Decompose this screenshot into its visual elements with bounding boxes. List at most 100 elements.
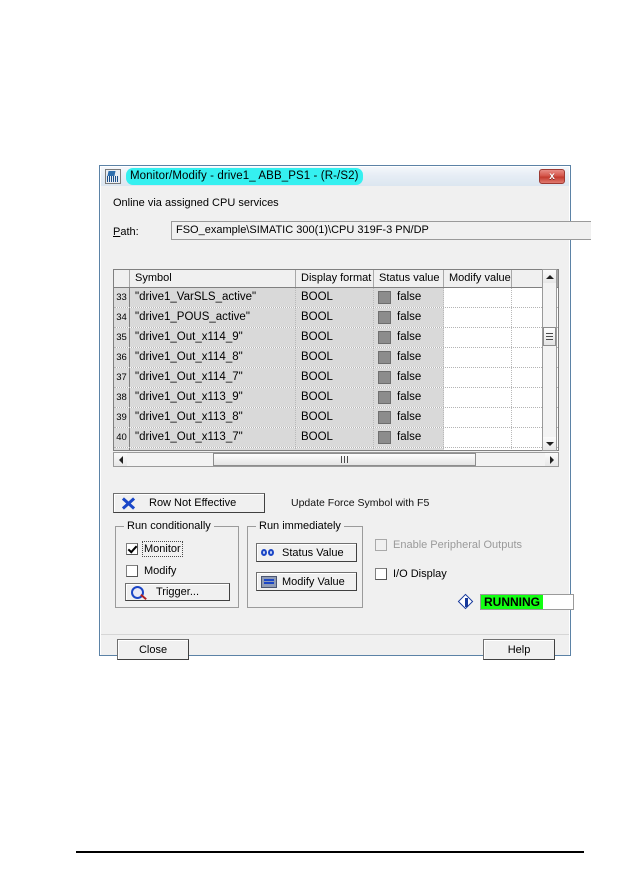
cell-modify-value[interactable] <box>444 328 512 347</box>
run-immediately-title: Run immediately <box>256 520 344 532</box>
scroll-up-icon[interactable] <box>543 270 556 283</box>
cell-modify-value[interactable] <box>444 388 512 407</box>
cell-status-value: false <box>374 428 444 447</box>
trigger-button[interactable]: Trigger... <box>125 583 230 601</box>
scroll-left-icon[interactable] <box>114 453 127 466</box>
dialog-titlebar[interactable]: Monitor/Modify - drive1_ ABB_PS1 - (R-/S… <box>101 167 569 186</box>
cell-modify-value[interactable] <box>444 348 512 367</box>
cell-display-format[interactable]: BOOL <box>296 428 374 447</box>
status-value-label: Status Value <box>282 546 344 559</box>
table-row[interactable]: 36 "drive1_Out_x114_8" BOOL false <box>114 348 558 368</box>
modify-value-button[interactable]: Modify Value <box>256 572 357 591</box>
status-swatch-icon <box>378 351 391 364</box>
help-button[interactable]: Help <box>483 639 555 660</box>
table-row[interactable]: 40 "drive1_Out_x113_7" BOOL false <box>114 428 558 448</box>
column-header-display-format[interactable]: Display format <box>296 270 374 287</box>
cell-display-format[interactable]: BOOL <box>296 328 374 347</box>
cell-symbol[interactable]: "drive1_POUS_active" <box>130 308 296 327</box>
cell-symbol[interactable]: "drive1_End_ack_req" <box>130 448 296 450</box>
cell-display-format[interactable]: BOOL <box>296 388 374 407</box>
monitor-checkbox-row[interactable]: Monitor <box>126 541 183 557</box>
cell-symbol[interactable]: "drive1_Out_x113_7" <box>130 428 296 447</box>
run-immediately-group: Run immediately Status Value Modify Valu… <box>247 520 363 608</box>
row-not-effective-button[interactable]: Row Not Effective <box>113 493 265 513</box>
column-header-number <box>114 270 130 287</box>
table-row[interactable]: 33 "drive1_VarSLS_active" BOOL false <box>114 288 558 308</box>
table-row[interactable]: 37 "drive1_Out_x114_7" BOOL false <box>114 368 558 388</box>
cell-display-format[interactable]: BOOL <box>296 448 374 450</box>
row-number: 37 <box>114 368 130 387</box>
cell-symbol[interactable]: "drive1_Out_x113_9" <box>130 388 296 407</box>
dialog-body: Online via assigned CPU services Path: F… <box>101 186 591 660</box>
cell-modify-value[interactable] <box>444 368 512 387</box>
online-status-text: Online via assigned CPU services <box>113 197 279 209</box>
cell-display-format[interactable]: BOOL <box>296 368 374 387</box>
path-field[interactable]: FSO_example\SIMATIC 300(1)\CPU 319F-3 PN… <box>171 221 591 240</box>
cell-status-value: false <box>374 408 444 427</box>
row-number: 34 <box>114 308 130 327</box>
cell-status-value: false <box>374 368 444 387</box>
column-header-status-value[interactable]: Status value <box>374 270 444 287</box>
table-row[interactable]: 39 "drive1_Out_x113_8" BOOL false <box>114 408 558 428</box>
column-header-symbol[interactable]: Symbol <box>130 270 296 287</box>
modify-pencil-icon <box>261 575 277 588</box>
status-swatch-icon <box>378 331 391 344</box>
table-horizontal-scrollbar[interactable] <box>113 452 559 467</box>
close-icon[interactable]: x <box>539 169 565 184</box>
table-row[interactable]: 35 "drive1_Out_x114_9" BOOL false <box>114 328 558 348</box>
cell-display-format[interactable]: BOOL <box>296 308 374 327</box>
dialog-title: Monitor/Modify - drive1_ ABB_PS1 - (R-/S… <box>126 168 363 185</box>
cell-status-value: false <box>374 328 444 347</box>
status-value-text: false <box>397 291 422 303</box>
io-display-row[interactable]: I/O Display <box>375 568 447 580</box>
cpu-state-diamond-icon <box>459 595 473 609</box>
cell-modify-value[interactable] <box>444 408 512 427</box>
io-display-checkbox[interactable] <box>375 568 387 580</box>
cell-status-value: false <box>374 288 444 307</box>
status-value-text: false <box>397 371 422 383</box>
status-value-text: false <box>397 311 422 323</box>
scroll-right-icon[interactable] <box>545 453 558 466</box>
vertical-scroll-thumb[interactable] <box>543 327 556 346</box>
run-conditionally-title: Run conditionally <box>124 520 214 532</box>
status-swatch-icon <box>378 371 391 384</box>
row-number: 36 <box>114 348 130 367</box>
cell-modify-value[interactable] <box>444 308 512 327</box>
cell-status-value <box>374 448 444 450</box>
run-conditionally-group: Run conditionally Monitor Modify Trigger… <box>115 520 239 608</box>
dialog-separator <box>101 634 569 635</box>
status-value-text: false <box>397 351 422 363</box>
cell-status-value: false <box>374 388 444 407</box>
modify-checkbox[interactable] <box>126 565 138 577</box>
cell-symbol[interactable]: "drive1_VarSLS_active" <box>130 288 296 307</box>
cell-modify-value[interactable] <box>444 428 512 447</box>
status-value-button[interactable]: Status Value <box>256 543 357 562</box>
cell-status-value: false <box>374 308 444 327</box>
monitor-label: Monitor <box>142 541 183 557</box>
update-force-symbol-hint: Update Force Symbol with F5 <box>291 497 430 509</box>
io-display-label: I/O Display <box>393 568 447 580</box>
cell-symbol[interactable]: "drive1_Out_x113_8" <box>130 408 296 427</box>
table-vertical-scrollbar[interactable] <box>542 269 557 451</box>
monitor-checkbox[interactable] <box>126 543 138 555</box>
cell-modify-value[interactable] <box>444 288 512 307</box>
cell-symbol[interactable]: "drive1_Out_x114_8" <box>130 348 296 367</box>
close-button[interactable]: Close <box>117 639 189 660</box>
horizontal-scroll-thumb[interactable] <box>213 453 476 466</box>
cell-symbol[interactable]: "drive1_Out_x114_7" <box>130 368 296 387</box>
cell-symbol[interactable]: "drive1_Out_x114_9" <box>130 328 296 347</box>
column-header-modify-value[interactable]: Modify value <box>444 270 512 287</box>
scroll-down-icon[interactable] <box>543 437 556 450</box>
cell-display-format[interactable]: BOOL <box>296 408 374 427</box>
cell-display-format[interactable]: BOOL <box>296 288 374 307</box>
modify-checkbox-row[interactable]: Modify <box>126 565 176 577</box>
page-footer-rule <box>76 851 584 853</box>
row-number: 35 <box>114 328 130 347</box>
table-row[interactable]: 41"drive1_End_ack_req"BOOL <box>114 448 558 450</box>
cell-modify-value[interactable] <box>444 448 512 450</box>
table-row[interactable]: 34 "drive1_POUS_active" BOOL false <box>114 308 558 328</box>
status-value-text: false <box>397 411 422 423</box>
status-swatch-icon <box>378 291 391 304</box>
table-row[interactable]: 38 "drive1_Out_x113_9" BOOL false <box>114 388 558 408</box>
cell-display-format[interactable]: BOOL <box>296 348 374 367</box>
